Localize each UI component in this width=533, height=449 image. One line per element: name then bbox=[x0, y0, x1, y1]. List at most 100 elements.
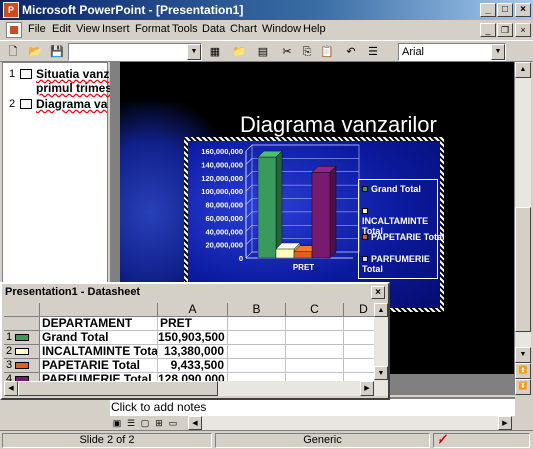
scroll-thumb[interactable] bbox=[515, 207, 531, 332]
select-all-corner[interactable] bbox=[4, 303, 40, 317]
cell-empty[interactable] bbox=[228, 373, 286, 381]
cell-empty[interactable] bbox=[228, 359, 286, 373]
next-slide-button[interactable]: ⏬ bbox=[515, 379, 531, 395]
cell-empty[interactable] bbox=[228, 317, 286, 331]
doc-restore-button[interactable]: ❐ bbox=[497, 23, 513, 37]
cell-empty[interactable] bbox=[344, 373, 374, 381]
format-object-icon[interactable]: ▦ bbox=[206, 44, 224, 60]
slide-view-icon[interactable]: ▢ bbox=[138, 415, 152, 429]
open-icon[interactable]: 📂 bbox=[26, 44, 44, 60]
menu-data[interactable]: Data bbox=[202, 23, 225, 35]
cell-header-departament[interactable]: DEPARTAMENT bbox=[40, 317, 158, 331]
datasheet-close-button[interactable]: × bbox=[371, 286, 385, 299]
row-header-2[interactable]: 2 bbox=[4, 345, 40, 359]
cell-series-value[interactable]: 9,433,500 bbox=[158, 359, 228, 373]
scroll-right-button[interactable]: ▶ bbox=[498, 416, 512, 430]
minimize-button[interactable]: _ bbox=[480, 3, 496, 17]
chevron-down-icon[interactable]: ▼ bbox=[491, 44, 505, 60]
datasheet-horizontal-scrollbar[interactable]: ◀ ▶ bbox=[4, 381, 374, 396]
cell-empty[interactable] bbox=[228, 345, 286, 359]
doc-minimize-button[interactable]: _ bbox=[480, 23, 496, 37]
datasheet-window[interactable]: Presentation1 - Datasheet × A B C D DEPA… bbox=[0, 282, 390, 400]
scroll-left-button[interactable]: ◀ bbox=[4, 381, 18, 396]
outline-slide-title[interactable]: Diagrama va bbox=[36, 97, 107, 111]
menu-edit[interactable]: Edit bbox=[52, 23, 71, 35]
cell-series-value[interactable]: 13,380,000 bbox=[158, 345, 228, 359]
by-row-icon[interactable]: ☰ bbox=[364, 44, 382, 60]
column-header-d[interactable]: D bbox=[344, 303, 374, 317]
scroll-down-button[interactable]: ▼ bbox=[515, 347, 531, 363]
cell-empty[interactable] bbox=[344, 317, 374, 331]
chevron-down-icon[interactable]: ▼ bbox=[187, 44, 201, 60]
scroll-thumb[interactable] bbox=[18, 381, 218, 396]
scroll-right-button[interactable]: ▶ bbox=[360, 381, 374, 396]
horizontal-scrollbar[interactable]: ◀ ▶ bbox=[188, 416, 512, 430]
previous-slide-button[interactable]: ⏫ bbox=[515, 363, 531, 379]
chart-legend[interactable]: Grand Total INCALTAMINTE Total PAPETARIE… bbox=[358, 179, 445, 279]
datasheet-grid[interactable]: A B C D DEPARTAMENT PRET 1 Grand Total 1… bbox=[4, 303, 374, 381]
slide-title[interactable]: Diagrama vanzarilor bbox=[240, 112, 437, 138]
cell-empty[interactable] bbox=[286, 331, 344, 345]
cell-series-value[interactable]: 150,903,500 bbox=[158, 331, 228, 345]
cell-empty[interactable] bbox=[286, 317, 344, 331]
menu-file[interactable]: File bbox=[28, 23, 46, 35]
view-datasheet-icon[interactable]: ▤ bbox=[254, 44, 272, 60]
row-header-4[interactable]: 4 bbox=[4, 373, 40, 381]
save-icon[interactable]: 💾 bbox=[48, 44, 66, 60]
datasheet-vertical-scrollbar[interactable]: ▲ ▼ bbox=[374, 303, 388, 396]
normal-view-icon[interactable]: ▣ bbox=[110, 415, 124, 429]
notes-placeholder[interactable]: Click to add notes bbox=[111, 400, 206, 414]
paste-icon[interactable]: 📋 bbox=[318, 44, 336, 60]
column-header-b[interactable]: B bbox=[228, 303, 286, 317]
slide-sorter-icon[interactable]: ⊞ bbox=[152, 415, 166, 429]
cut-icon[interactable]: ✂ bbox=[278, 44, 296, 60]
cell-empty[interactable] bbox=[344, 331, 374, 345]
maximize-button[interactable]: □ bbox=[497, 3, 513, 17]
scroll-down-button[interactable]: ▼ bbox=[374, 366, 388, 380]
slide-icon[interactable] bbox=[20, 99, 32, 109]
column-header-blank[interactable] bbox=[40, 303, 158, 317]
document-icon[interactable] bbox=[6, 22, 22, 38]
cell-empty[interactable] bbox=[286, 373, 344, 381]
cell-header-pret[interactable]: PRET bbox=[158, 317, 228, 331]
column-header-a[interactable]: A bbox=[158, 303, 228, 317]
menu-tools[interactable]: Tools bbox=[172, 23, 198, 35]
menu-chart[interactable]: Chart bbox=[230, 23, 257, 35]
cell-series-name[interactable]: PAPETARIE Total bbox=[40, 359, 158, 373]
cell-series-name[interactable]: Grand Total bbox=[40, 331, 158, 345]
row-header-blank[interactable] bbox=[4, 317, 40, 331]
outline-slide-title-cont[interactable]: primul trimes bbox=[36, 81, 112, 95]
cell-empty[interactable] bbox=[286, 345, 344, 359]
cell-empty[interactable] bbox=[286, 359, 344, 373]
cell-empty[interactable] bbox=[228, 331, 286, 345]
datasheet-title-bar[interactable]: Presentation1 - Datasheet × bbox=[2, 284, 388, 302]
menu-window[interactable]: Window bbox=[262, 23, 301, 35]
menu-view[interactable]: View bbox=[76, 23, 100, 35]
slide-vertical-scrollbar[interactable]: ▲ ▼ ⏫ ⏬ bbox=[515, 62, 531, 395]
scroll-up-button[interactable]: ▲ bbox=[374, 303, 388, 317]
copy-icon[interactable]: ⎘ bbox=[298, 44, 316, 60]
row-header-3[interactable]: 3 bbox=[4, 359, 40, 373]
slide-icon[interactable] bbox=[20, 69, 32, 79]
doc-close-button[interactable]: × bbox=[515, 23, 531, 37]
menu-insert[interactable]: Insert bbox=[102, 23, 130, 35]
import-file-icon[interactable]: 📁 bbox=[230, 44, 248, 60]
close-button[interactable]: × bbox=[515, 3, 531, 17]
cell-series-value[interactable]: 128,090,000 bbox=[158, 373, 228, 381]
new-icon[interactable]: 🗋 bbox=[4, 44, 22, 60]
cell-series-name[interactable]: PARFUMERIE Total bbox=[40, 373, 158, 381]
scroll-up-button[interactable]: ▲ bbox=[515, 62, 531, 78]
font-combo[interactable]: Arial ▼ bbox=[398, 43, 506, 61]
cell-empty[interactable] bbox=[344, 345, 374, 359]
outline-view-icon[interactable]: ☰ bbox=[124, 415, 138, 429]
cell-series-name[interactable]: INCALTAMINTE Total bbox=[40, 345, 158, 359]
slideshow-icon[interactable]: ▭ bbox=[166, 415, 180, 429]
menu-help[interactable]: Help bbox=[303, 23, 326, 35]
cell-empty[interactable] bbox=[344, 359, 374, 373]
object-combo[interactable]: ▼ bbox=[68, 43, 202, 61]
scroll-left-button[interactable]: ◀ bbox=[188, 416, 202, 430]
menu-format[interactable]: Format bbox=[135, 23, 170, 35]
spelling-status-icon[interactable]: ✓̸ bbox=[433, 433, 530, 448]
powerpoint-app-icon[interactable]: P bbox=[3, 2, 19, 18]
column-header-c[interactable]: C bbox=[286, 303, 344, 317]
